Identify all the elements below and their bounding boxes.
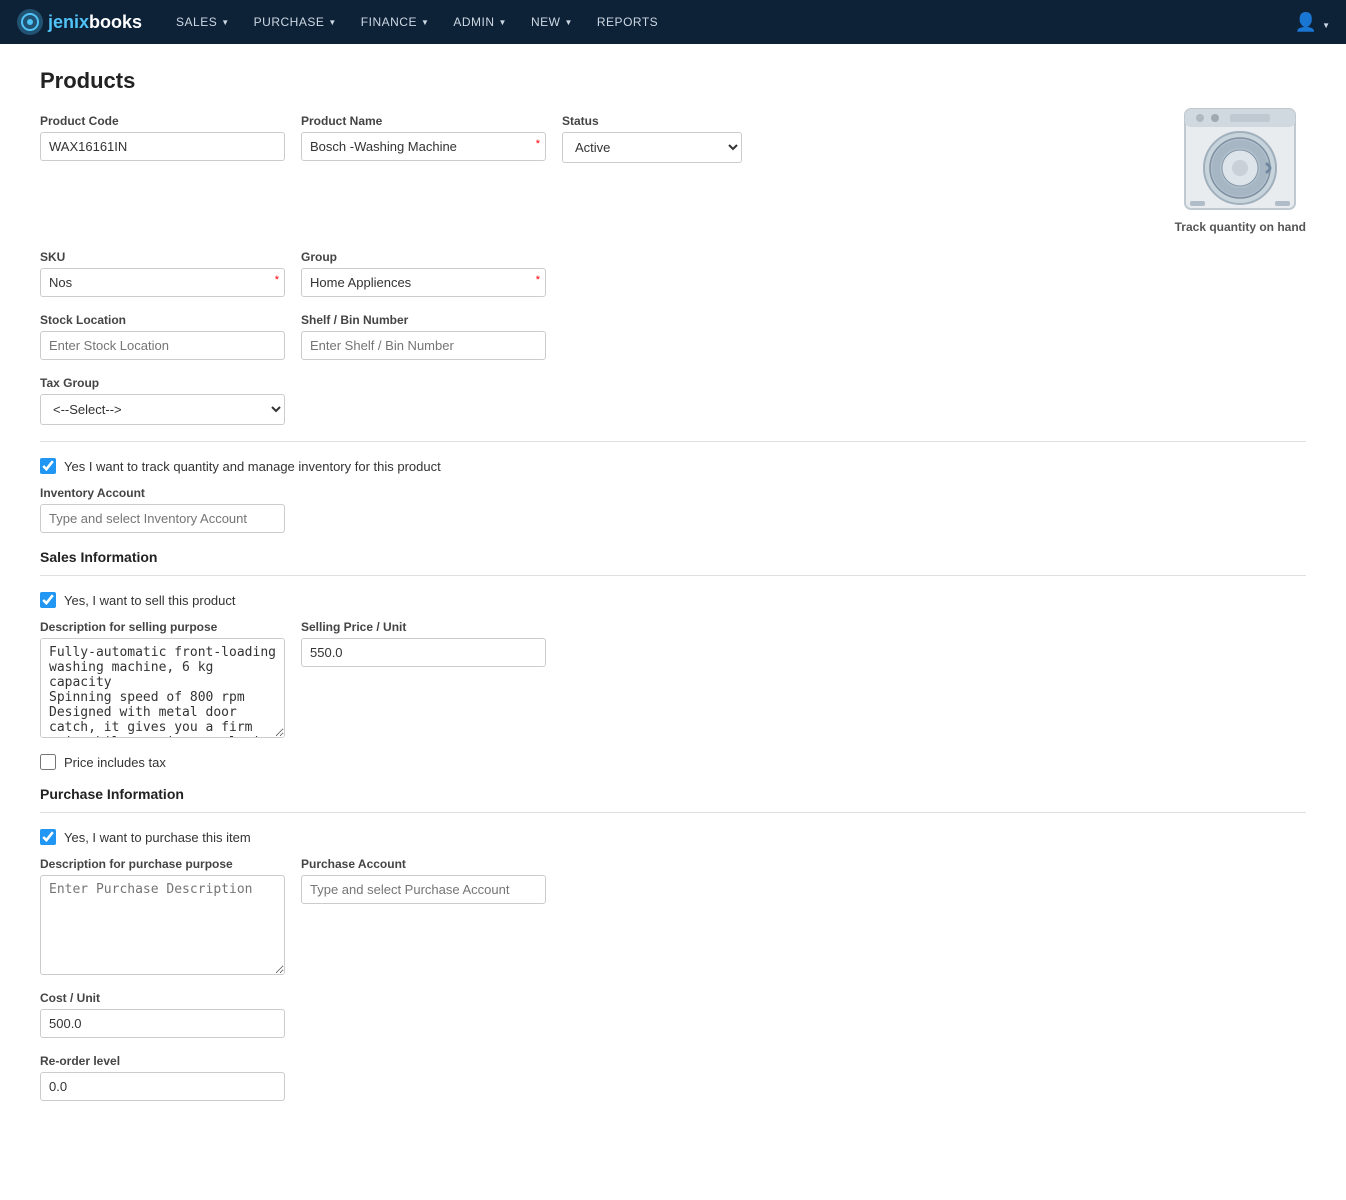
stock-location-group: Stock Location [40, 313, 285, 360]
shelf-bin-label: Shelf / Bin Number [301, 313, 546, 327]
user-caret-icon: ▼ [1322, 21, 1330, 30]
track-inventory-checkbox-label: Yes I want to track quantity and manage … [64, 459, 441, 474]
new-caret-icon: ▼ [564, 18, 572, 27]
desc-selling-textarea[interactable]: Fully-automatic front-loading washing ma… [40, 638, 285, 738]
product-name-group: Product Name * [301, 114, 546, 163]
page-content: Products Product Code Product Name * Sta… [0, 44, 1346, 1200]
purchase-account-input[interactable] [301, 875, 546, 904]
nav-new[interactable]: NEW ▼ [521, 11, 583, 33]
purchase-checkbox-row: Yes, I want to purchase this item [40, 829, 1306, 845]
admin-caret-icon: ▼ [499, 18, 507, 27]
sku-label: SKU [40, 250, 285, 264]
purchase-caret-icon: ▼ [328, 18, 336, 27]
logo[interactable]: jenixbooks [16, 8, 142, 36]
product-image-area: Track quantity on hand [1175, 104, 1306, 234]
product-code-label: Product Code [40, 114, 285, 128]
reorder-label: Re-order level [40, 1054, 1306, 1068]
status-group: Status Active Inactive [562, 114, 742, 163]
shelf-bin-input[interactable] [301, 331, 546, 360]
purchase-account-label: Purchase Account [301, 857, 546, 871]
reorder-group: Re-order level [40, 1054, 1306, 1101]
sku-group-row: SKU * Group * [40, 250, 1306, 297]
user-menu[interactable]: 👤 ▼ [1295, 12, 1330, 33]
shelf-bin-group: Shelf / Bin Number [301, 313, 546, 360]
tax-group-select[interactable]: <--Select--> [40, 394, 285, 425]
product-code-input[interactable] [40, 132, 285, 161]
cost-unit-label: Cost / Unit [40, 991, 1306, 1005]
purchase-account-group: Purchase Account [301, 857, 546, 904]
logo-text: jenixbooks [48, 12, 142, 33]
sku-input[interactable] [40, 268, 285, 297]
selling-desc-price-row: Description for selling purpose Fully-au… [40, 620, 1306, 738]
status-select[interactable]: Active Inactive [562, 132, 742, 163]
nav-reports[interactable]: REPORTS [587, 11, 668, 33]
sell-checkbox-row: Yes, I want to sell this product [40, 592, 1306, 608]
product-code-group: Product Code [40, 114, 285, 163]
tax-group-group: Tax Group <--Select--> [40, 376, 285, 425]
purchase-item-label: Yes, I want to purchase this item [64, 830, 251, 845]
divider-1 [40, 441, 1306, 442]
track-inventory-checkbox[interactable] [40, 458, 56, 474]
navbar: jenixbooks SALES ▼ PURCHASE ▼ FINANCE ▼ … [0, 0, 1346, 44]
sales-caret-icon: ▼ [221, 18, 229, 27]
sell-product-label: Yes, I want to sell this product [64, 593, 236, 608]
sell-product-checkbox[interactable] [40, 592, 56, 608]
stock-shelf-row: Stock Location Shelf / Bin Number [40, 313, 1306, 360]
desc-purchase-label: Description for purchase purpose [40, 857, 285, 871]
nav-sales[interactable]: SALES ▼ [166, 11, 240, 33]
purchase-desc-account-row: Description for purchase purpose Purchas… [40, 857, 1306, 975]
tax-group-label: Tax Group [40, 376, 285, 390]
cost-unit-input[interactable] [40, 1009, 285, 1038]
inventory-account-input[interactable] [40, 504, 285, 533]
stock-location-input[interactable] [40, 331, 285, 360]
status-label: Status [562, 114, 742, 128]
price-includes-tax-checkbox[interactable] [40, 754, 56, 770]
track-inventory-row: Yes I want to track quantity and manage … [40, 458, 1306, 474]
price-tax-row: Price includes tax [40, 754, 1306, 770]
selling-price-label: Selling Price / Unit [301, 620, 546, 634]
desc-selling-group: Description for selling purpose Fully-au… [40, 620, 285, 738]
price-includes-tax-label: Price includes tax [64, 755, 166, 770]
finance-caret-icon: ▼ [421, 18, 429, 27]
sales-section-header: Sales Information [40, 549, 1306, 565]
cost-unit-group: Cost / Unit [40, 991, 1306, 1038]
purchase-section-header: Purchase Information [40, 786, 1306, 802]
selling-price-group: Selling Price / Unit [301, 620, 546, 667]
logo-icon [16, 8, 44, 36]
user-icon: 👤 [1295, 12, 1317, 32]
nav-finance[interactable]: FINANCE ▼ [351, 11, 440, 33]
product-image [1180, 104, 1300, 214]
group-group: Group * [301, 250, 546, 297]
product-name-input[interactable] [301, 132, 546, 161]
selling-price-input[interactable] [301, 638, 546, 667]
tax-group-row: Tax Group <--Select--> [40, 376, 1306, 425]
group-label: Group [301, 250, 546, 264]
desc-selling-label: Description for selling purpose [40, 620, 285, 634]
purchase-item-checkbox[interactable] [40, 829, 56, 845]
stock-location-label: Stock Location [40, 313, 285, 327]
track-qty-label: Track quantity on hand [1175, 220, 1306, 234]
divider-2 [40, 575, 1306, 576]
reorder-input[interactable] [40, 1072, 285, 1101]
sku-group: SKU * [40, 250, 285, 297]
page-title: Products [40, 68, 1306, 94]
divider-3 [40, 812, 1306, 813]
product-name-label: Product Name [301, 114, 546, 128]
desc-purchase-textarea[interactable] [40, 875, 285, 975]
desc-purchase-group: Description for purchase purpose [40, 857, 285, 975]
nav-links: SALES ▼ PURCHASE ▼ FINANCE ▼ ADMIN ▼ NEW… [166, 11, 1295, 33]
nav-admin[interactable]: ADMIN ▼ [443, 11, 517, 33]
nav-purchase[interactable]: PURCHASE ▼ [244, 11, 347, 33]
inventory-account-group: Inventory Account [40, 486, 1306, 533]
group-input[interactable] [301, 268, 546, 297]
inventory-account-label: Inventory Account [40, 486, 1306, 500]
